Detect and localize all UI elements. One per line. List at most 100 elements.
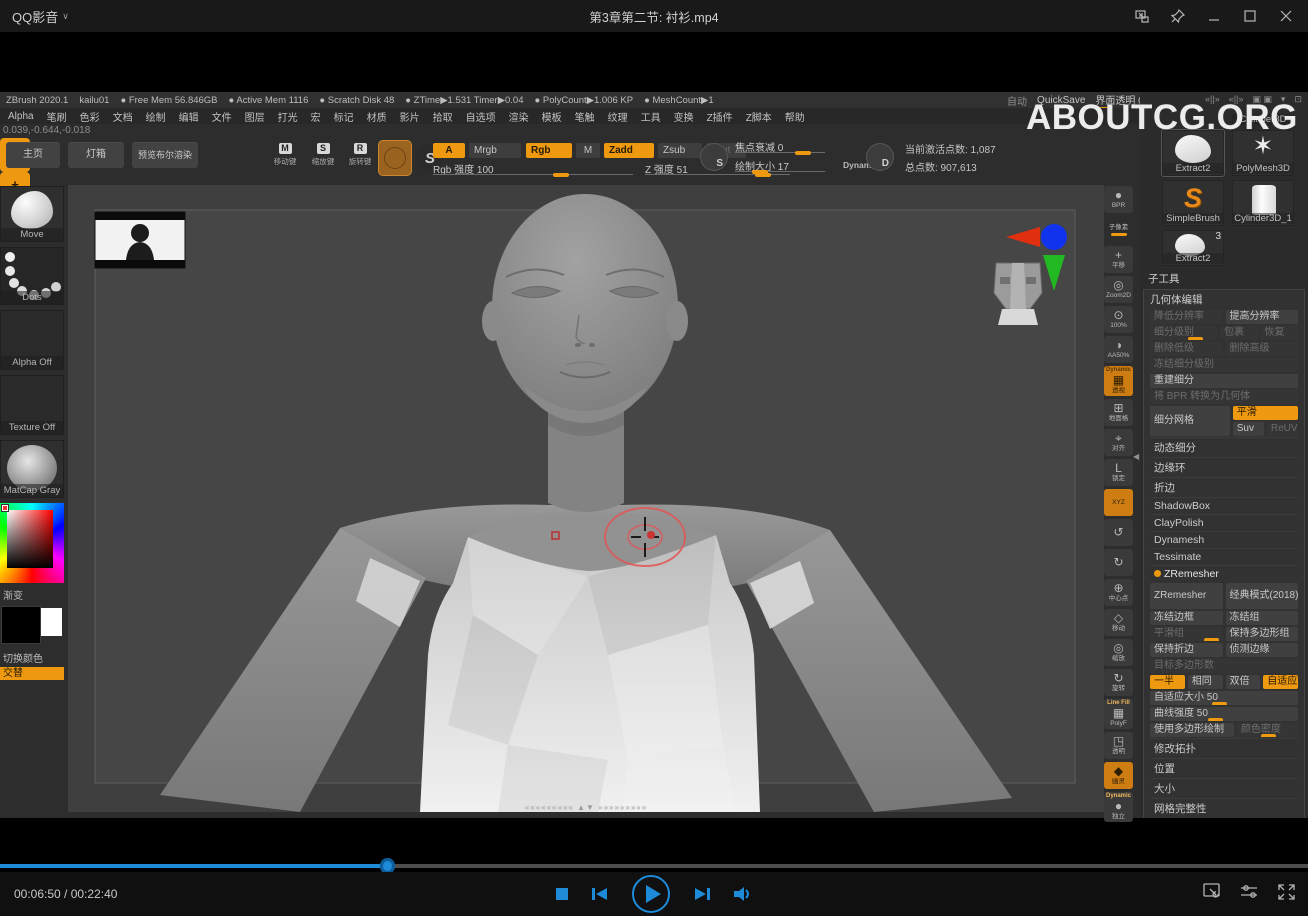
del-lower-button[interactable]: 删除低级 bbox=[1150, 342, 1223, 356]
stop-button[interactable] bbox=[555, 887, 569, 901]
volume-button[interactable] bbox=[733, 886, 753, 902]
maximize-button[interactable] bbox=[1236, 4, 1264, 28]
tool-thumb-cylinder3d-1[interactable]: Cylinder3D_1 bbox=[1232, 180, 1294, 226]
play-button[interactable] bbox=[631, 874, 671, 914]
menu-item[interactable]: 帮助 bbox=[785, 109, 805, 124]
menu-item[interactable]: 宏 bbox=[311, 109, 321, 124]
size-section[interactable]: 大小 bbox=[1150, 778, 1298, 797]
a-toggle[interactable]: A bbox=[433, 143, 465, 158]
draw-size-slider[interactable]: 绘制大小 17 bbox=[735, 158, 825, 172]
smooth-toggle[interactable]: 平滑 bbox=[1233, 406, 1298, 420]
current-brush-button[interactable] bbox=[378, 140, 412, 176]
mrgb-toggle[interactable]: Mrgb bbox=[469, 143, 521, 158]
freeze-groups-button[interactable]: 冻结组 bbox=[1226, 611, 1299, 625]
right-shelf-button[interactable]: 子像素 bbox=[1104, 216, 1133, 243]
dynamic-subdiv-section[interactable]: 动态细分 bbox=[1150, 437, 1298, 456]
switch-color-button[interactable]: 切换颜色 bbox=[0, 648, 65, 667]
gradient-label[interactable]: 渐变 bbox=[0, 585, 65, 604]
curves-strength-slider[interactable]: 曲线强度 50 bbox=[1150, 707, 1298, 721]
modify-topology-section[interactable]: 修改拓扑 bbox=[1150, 738, 1298, 757]
menu-item[interactable]: Z插件 bbox=[707, 109, 733, 124]
next-button[interactable] bbox=[693, 886, 711, 902]
palette-header-icon[interactable]: ⊡ bbox=[1294, 94, 1302, 105]
dynamesh-section[interactable]: Dynamesh bbox=[1150, 531, 1298, 547]
position-section[interactable]: 位置 bbox=[1150, 758, 1298, 777]
m-toggle[interactable]: M bbox=[576, 143, 600, 158]
menu-item[interactable]: 渲染 bbox=[509, 109, 529, 124]
menu-item[interactable]: 拾取 bbox=[433, 109, 453, 124]
menu-item[interactable]: 文档 bbox=[113, 109, 133, 124]
app-menu[interactable]: QQ影音 ∨ bbox=[12, 7, 69, 26]
smooth-groups-slider[interactable]: 平滑组 bbox=[1150, 627, 1223, 641]
screenshot-button[interactable] bbox=[1202, 882, 1224, 902]
right-shelf-button[interactable]: L 锁定 bbox=[1104, 459, 1133, 486]
close-button[interactable] bbox=[1272, 4, 1300, 28]
right-shelf-button[interactable]: ⊞ 地面格 bbox=[1104, 399, 1133, 426]
reconstruct-subdiv-button[interactable]: 重建细分 bbox=[1150, 374, 1298, 388]
use-polypaint-button[interactable]: 使用多边形绘制 bbox=[1150, 723, 1234, 737]
previous-button[interactable] bbox=[591, 886, 609, 902]
menu-item[interactable]: 模板 bbox=[542, 109, 562, 124]
tool-thumb-hidden[interactable] bbox=[1162, 106, 1224, 126]
restore-button[interactable]: 恢复 bbox=[1261, 326, 1299, 340]
menu-item[interactable]: 自选项 bbox=[466, 109, 496, 124]
lightbox-button[interactable]: 灯箱 bbox=[68, 142, 124, 168]
stroke-thumb[interactable]: Dots bbox=[0, 247, 64, 305]
right-shelf-button[interactable]: ↻ bbox=[1104, 549, 1133, 576]
legacy-mode-button[interactable]: 经典模式(2018) bbox=[1226, 583, 1299, 609]
right-shelf-button[interactable]: ⊕ 中心点 bbox=[1104, 579, 1133, 606]
pin-button[interactable] bbox=[1164, 4, 1192, 28]
zsub-toggle[interactable]: Zsub bbox=[658, 143, 702, 158]
adaptive-button[interactable]: 自适应 bbox=[1263, 675, 1298, 689]
home-button[interactable]: 主页 bbox=[6, 142, 60, 168]
right-shelf-button[interactable]: XYZ bbox=[1104, 489, 1133, 516]
color-density-slider[interactable]: 颜色密度 bbox=[1237, 723, 1298, 737]
viewport-canvas[interactable]: ««««««««« ▲▼ »»»»»»»»» bbox=[68, 185, 1104, 812]
rotate-mode-button[interactable]: R 旋转键 bbox=[345, 143, 375, 171]
right-shelf-button[interactable]: + 平移 bbox=[1104, 246, 1133, 273]
half-button[interactable]: 一半 bbox=[1150, 675, 1185, 689]
rgb-toggle[interactable]: Rgb bbox=[526, 143, 572, 158]
ui-opacity-slider[interactable]: 界面透明 0 bbox=[1095, 92, 1143, 109]
right-shelf-button[interactable]: ◎ Zoom2D bbox=[1104, 276, 1133, 303]
crease-section[interactable]: 折边 bbox=[1150, 477, 1298, 496]
right-shelf-button[interactable]: Line Fill ▦ PolyF bbox=[1104, 699, 1133, 729]
keep-groups-button[interactable]: 保持多边形组 bbox=[1226, 627, 1299, 641]
tool-thumb-polymesh3d[interactable]: ✶ PolyMesh3D bbox=[1232, 130, 1294, 176]
menu-item[interactable]: 变换 bbox=[674, 109, 694, 124]
material-thumb[interactable]: MatCap Gray bbox=[0, 440, 64, 498]
menu-item[interactable]: 影片 bbox=[400, 109, 420, 124]
alpha-thumb[interactable]: Alpha Off bbox=[0, 310, 64, 370]
shadowbox-section[interactable]: ShadowBox bbox=[1150, 497, 1298, 513]
sdiv-slider[interactable]: 细分级别 bbox=[1150, 326, 1217, 340]
menu-item[interactable]: 编辑 bbox=[179, 109, 199, 124]
rgb-intensity-slider[interactable]: Rgb 强度 100 bbox=[433, 161, 633, 175]
preview-boolean-button[interactable]: 预览布尔溶染 bbox=[132, 142, 198, 168]
right-shelf-button[interactable]: ↻ 旋转 bbox=[1104, 669, 1133, 696]
double-button[interactable]: 双倍 bbox=[1226, 675, 1261, 689]
geometry-header[interactable]: 几何体编辑 bbox=[1146, 291, 1302, 308]
tool-thumb-extract2-small[interactable]: 3 Extract2 bbox=[1162, 230, 1224, 266]
secondary-color-swatch[interactable] bbox=[41, 608, 62, 636]
del-higher-button[interactable]: 删除高级 bbox=[1226, 342, 1299, 356]
menu-item[interactable]: 色彩 bbox=[80, 109, 100, 124]
cage-button[interactable]: 包裹 bbox=[1220, 326, 1258, 340]
swap-color-button[interactable]: 交替 bbox=[0, 667, 64, 680]
color-picker[interactable] bbox=[0, 503, 64, 583]
texture-thumb[interactable]: Texture Off bbox=[0, 375, 64, 435]
bpr-to-geo-button[interactable]: 将 BPR 转换为几何体 bbox=[1150, 390, 1298, 404]
menu-item[interactable]: Alpha bbox=[8, 111, 34, 122]
claypolish-section[interactable]: ClayPolish bbox=[1150, 514, 1298, 530]
move-mode-button[interactable]: M 移动键 bbox=[270, 143, 300, 171]
menu-item[interactable]: 纹理 bbox=[608, 109, 628, 124]
mesh-integrity-section[interactable]: 网格完整性 bbox=[1150, 798, 1298, 817]
menu-item[interactable]: 工具 bbox=[641, 109, 661, 124]
palette-header-icon[interactable]: «||» bbox=[1205, 94, 1220, 105]
playlist-settings-button[interactable] bbox=[1239, 882, 1261, 902]
right-shelf-button[interactable]: ↺ bbox=[1104, 519, 1133, 546]
lower-res-button[interactable]: 降低分辨率 bbox=[1150, 310, 1223, 324]
minimize-button[interactable] bbox=[1200, 4, 1228, 28]
menu-item[interactable]: 标记 bbox=[334, 109, 354, 124]
tessimate-section[interactable]: Tessimate bbox=[1150, 548, 1298, 564]
saturation-square[interactable] bbox=[7, 510, 53, 568]
